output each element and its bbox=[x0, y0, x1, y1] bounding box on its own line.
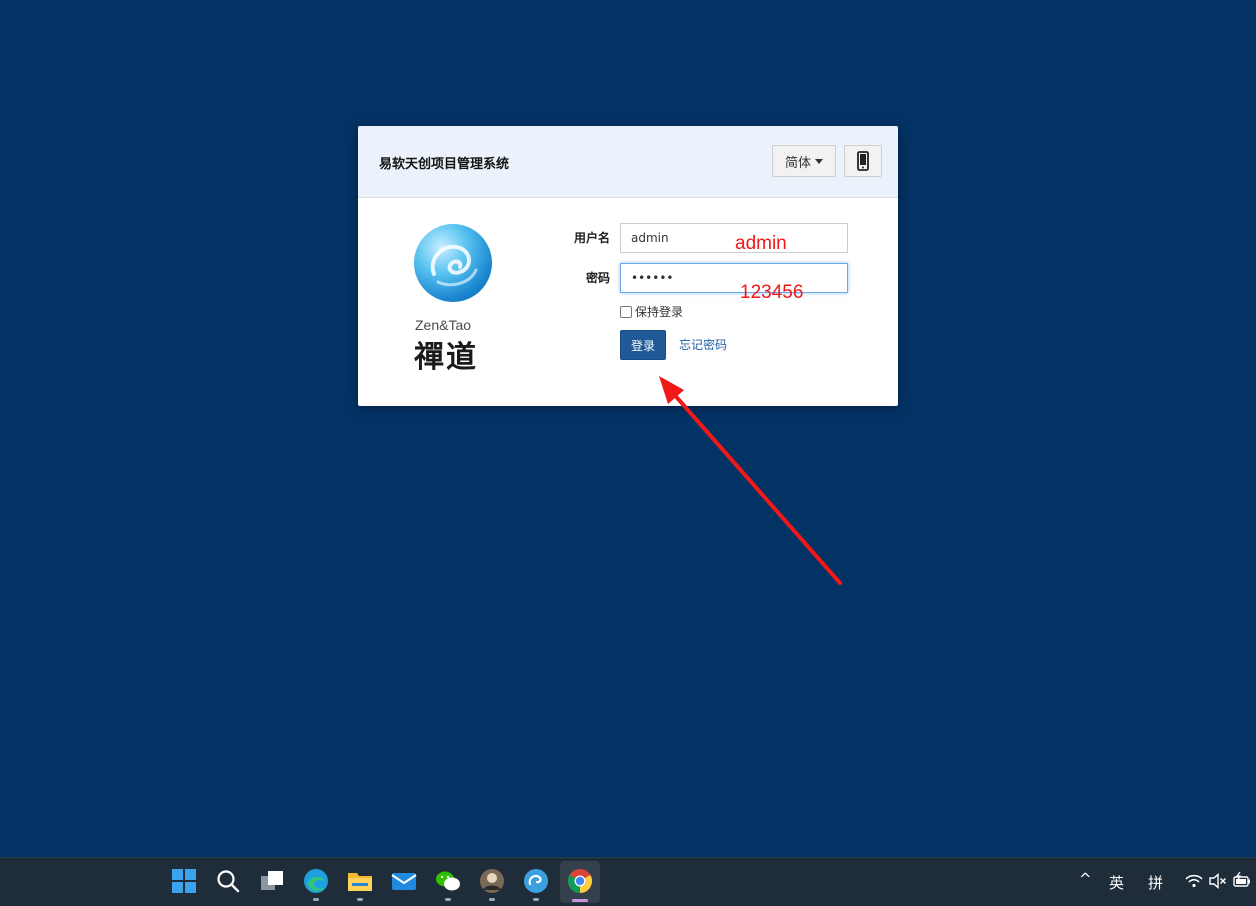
volume-muted-icon[interactable] bbox=[1209, 873, 1227, 889]
zentao-running-indicator bbox=[533, 898, 539, 901]
zentao-app-icon[interactable] bbox=[523, 868, 549, 894]
wechat-icon[interactable] bbox=[435, 868, 461, 894]
edge-browser-icon[interactable] bbox=[303, 868, 329, 894]
windows-start-icon[interactable] bbox=[171, 868, 197, 894]
avatar-app-icon[interactable] bbox=[479, 868, 505, 894]
ime-mode-indicator[interactable]: 拼 bbox=[1148, 872, 1163, 893]
search-icon[interactable] bbox=[215, 868, 241, 894]
edge-running-indicator bbox=[313, 898, 319, 901]
task-view-icon[interactable] bbox=[259, 868, 285, 894]
ime-language-indicator[interactable]: 英 bbox=[1109, 872, 1124, 893]
tray-chevron-up-icon[interactable]: ^ bbox=[1079, 870, 1092, 888]
file-explorer-icon[interactable] bbox=[347, 868, 373, 894]
annotation-arrow bbox=[659, 376, 842, 585]
mail-icon[interactable] bbox=[391, 868, 417, 894]
avatar-app-running-indicator bbox=[489, 898, 495, 901]
battery-charging-icon[interactable] bbox=[1233, 872, 1251, 890]
wechat-running-indicator bbox=[445, 898, 451, 901]
taskbar: ^ 英 拼 bbox=[0, 857, 1256, 906]
explorer-running-indicator bbox=[357, 898, 363, 901]
wifi-icon[interactable] bbox=[1185, 873, 1203, 889]
chrome-icon[interactable] bbox=[567, 868, 593, 894]
chrome-active-indicator bbox=[572, 899, 588, 902]
